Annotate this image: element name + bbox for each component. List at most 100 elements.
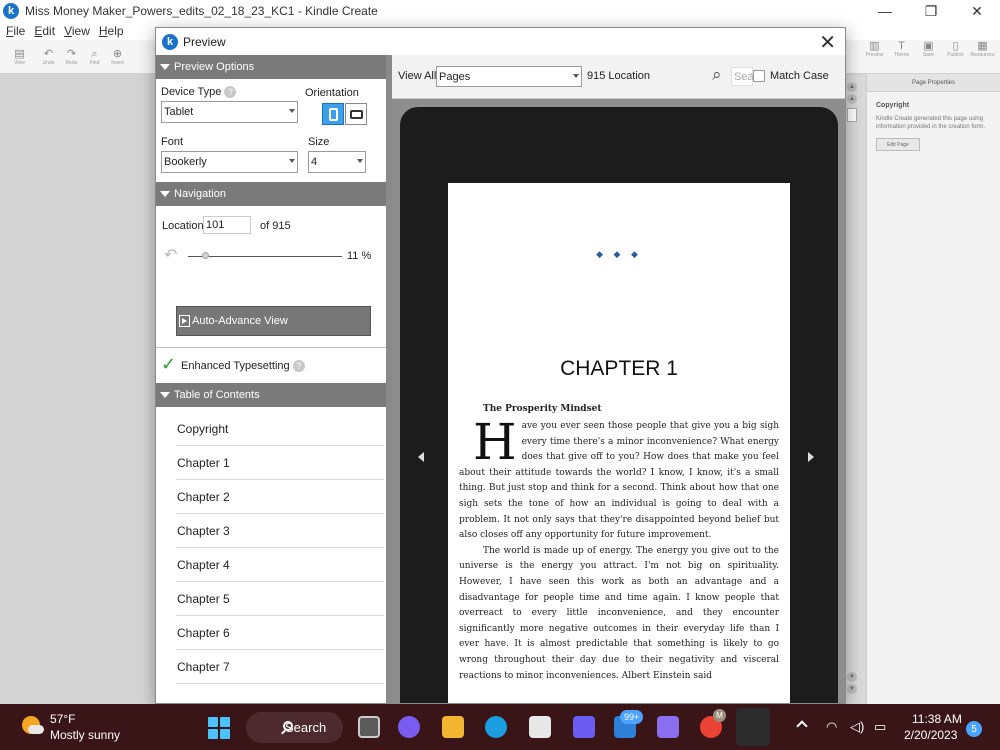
view-icon: ▤ [14, 47, 25, 60]
page-properties-panel: Page Properties Copyright Kindle Create … [866, 74, 1000, 704]
toc-item-chapter-7[interactable]: Chapter 7 [176, 650, 384, 684]
checkmark-icon[interactable]: ✓ [161, 354, 176, 375]
page-properties-header: Page Properties [867, 74, 1000, 92]
file-explorer-icon[interactable] [442, 716, 464, 738]
match-case-label: Match Case [770, 70, 829, 82]
toolbar-insert-button[interactable]: ⊕ Insert [106, 48, 129, 66]
body-text: Have you ever seen those people that giv… [459, 417, 779, 684]
chevron-down-icon [289, 109, 295, 113]
weather-icon[interactable] [22, 716, 44, 738]
font-select[interactable]: Bookerly [161, 151, 298, 173]
toolbar-view-button[interactable]: ▤ View [8, 48, 31, 66]
toolbar-publish-button[interactable]: ▯ Publish [942, 40, 969, 74]
location-slider-track[interactable] [188, 256, 342, 257]
size-label: Size [308, 136, 330, 148]
location-slider-thumb[interactable] [201, 252, 209, 259]
toc-item-chapter-6[interactable]: Chapter 6 [176, 616, 384, 650]
edit-page-button[interactable]: Edit Page [876, 138, 920, 151]
menu-help[interactable]: Help [99, 24, 124, 38]
visual-studio-icon[interactable] [657, 716, 679, 738]
close-window-button[interactable]: ✕ [954, 0, 1000, 22]
toc-item-chapter-4[interactable]: Chapter 4 [176, 548, 384, 582]
copilot-icon[interactable] [573, 716, 595, 738]
location-input[interactable]: 101 [203, 216, 251, 234]
toolbar-redo-button[interactable]: ↷ Redo [60, 48, 83, 66]
preview-viewer: View All Pages 915 Location ⌕ Sear Match… [392, 55, 845, 703]
enhanced-typesetting-label: Enhanced Typesetting? [181, 360, 305, 373]
view-all-select[interactable]: Pages [436, 66, 582, 87]
toc-item-chapter-1[interactable]: Chapter 1 [176, 446, 384, 480]
insert-icon: ⊕ [112, 47, 123, 60]
size-select[interactable]: 4 [308, 151, 366, 173]
scroll-thumb[interactable] [847, 108, 857, 122]
device-type-label: Device Type? [161, 86, 237, 99]
device-type-select[interactable]: Tablet [161, 101, 298, 123]
task-view-icon[interactable] [358, 716, 380, 738]
menu-edit[interactable]: Edit [34, 24, 55, 38]
toc-item-copyright[interactable]: Copyright [176, 412, 384, 446]
next-page-icon[interactable] [808, 452, 814, 462]
toolbar-resources-button[interactable]: ▦ Resources [969, 40, 996, 74]
profile-avatar: M [713, 709, 726, 722]
weather-description[interactable]: Mostly sunny [50, 728, 120, 742]
teams-chat-icon[interactable] [398, 716, 420, 738]
toc-item-chapter-5[interactable]: Chapter 5 [176, 582, 384, 616]
back-arrow-icon[interactable]: ↶ [164, 245, 177, 265]
help-icon[interactable]: ? [292, 360, 305, 373]
volume-icon[interactable]: ◁) [850, 719, 864, 735]
scroll-down-fast-icon[interactable]: ▼ [847, 672, 857, 682]
maximize-button[interactable]: ❐ [908, 0, 954, 22]
toolbar-preview-button[interactable]: ▥ Preview [861, 40, 888, 74]
toc-item-chapter-2[interactable]: Chapter 2 [176, 480, 384, 514]
save-icon: ▣ [923, 40, 934, 52]
clock-date[interactable]: 2/20/2023 [904, 728, 957, 742]
help-icon[interactable]: ? [224, 86, 237, 99]
match-case-checkbox[interactable] [753, 70, 765, 82]
auto-advance-button[interactable]: Auto-Advance View [176, 306, 371, 336]
windows-start-icon[interactable] [208, 717, 230, 739]
toolbar-find-button[interactable]: ⌕ Find [83, 48, 106, 66]
auto-advance-label: Auto-Advance View [192, 315, 288, 327]
kindle-create-taskbar-button[interactable] [736, 708, 770, 746]
kindle-logo-icon: k [162, 33, 178, 50]
scroll-down-icon[interactable]: ▼ [847, 684, 857, 694]
toc-item-chapter-3[interactable]: Chapter 3 [176, 514, 384, 548]
portrait-orientation-button[interactable] [322, 103, 344, 125]
edge-browser-icon[interactable] [485, 716, 507, 738]
minimize-button[interactable]: — [862, 0, 908, 22]
taskbar-search-button[interactable]: Search [246, 712, 343, 743]
microsoft-store-icon[interactable] [529, 716, 551, 738]
page-properties-title: Copyright [876, 102, 910, 109]
tray-overflow-chevron-icon[interactable] [796, 720, 808, 732]
toolbar-theme-button[interactable]: T Theme [888, 40, 915, 74]
editor-scrollbar[interactable]: ▲ ▲ ▼ ▼ [846, 74, 858, 704]
toolbar-undo-button[interactable]: ↶ Undo [37, 48, 60, 66]
search-input[interactable]: Sear [731, 67, 757, 86]
search-icon[interactable]: ⌕ [712, 65, 722, 85]
app-window-title: Miss Money Maker_Powers_edits_02_18_23_K… [25, 4, 378, 18]
portrait-device-icon [328, 107, 338, 121]
find-icon: ⌕ [91, 47, 98, 60]
notification-badge[interactable]: 5 [966, 721, 982, 737]
close-icon[interactable]: ✕ [819, 30, 836, 55]
clock-time[interactable]: 11:38 AM [912, 712, 962, 726]
navigation-header[interactable]: Navigation [156, 182, 386, 206]
preview-icon: ▥ [869, 40, 880, 52]
chevron-down-icon [289, 159, 295, 163]
menu-file[interactable]: File [6, 24, 25, 38]
weather-temperature[interactable]: 57°F [50, 712, 75, 726]
page-properties-description: Kindle Create generated this page using … [876, 116, 986, 130]
preview-options-header[interactable]: Preview Options [156, 55, 386, 79]
battery-icon[interactable]: ▭ [874, 719, 886, 735]
toc-header[interactable]: Table of Contents [156, 383, 386, 407]
collapse-triangle-icon [160, 64, 170, 70]
toolbar-save-button[interactable]: ▣ Save [915, 40, 942, 74]
play-icon [179, 315, 190, 327]
redo-icon: ↷ [66, 47, 77, 60]
scroll-up-fast-icon[interactable]: ▲ [847, 94, 857, 104]
previous-page-icon[interactable] [418, 452, 424, 462]
scroll-up-icon[interactable]: ▲ [847, 82, 857, 92]
wifi-icon[interactable]: ◠ [826, 719, 837, 735]
menu-view[interactable]: View [64, 24, 90, 38]
landscape-orientation-button[interactable] [345, 103, 367, 125]
